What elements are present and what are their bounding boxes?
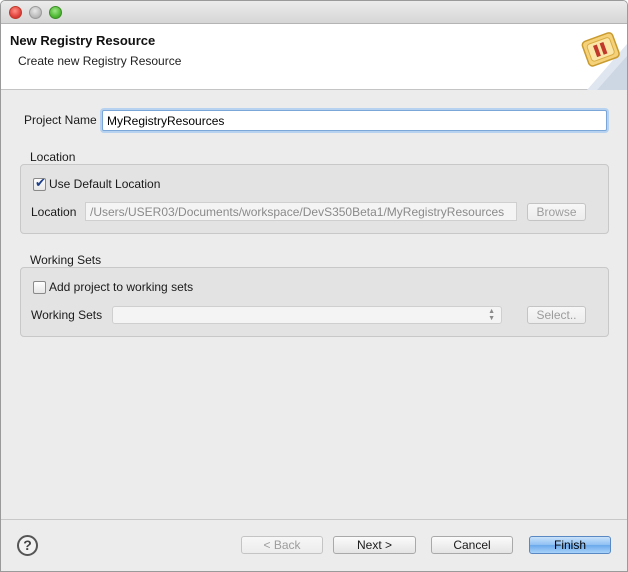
minimize-window-button[interactable]	[29, 6, 42, 19]
cancel-button[interactable]: Cancel	[431, 536, 513, 554]
project-name-input[interactable]	[102, 110, 607, 131]
working-sets-group: Add project to working sets Working Sets…	[20, 267, 609, 337]
finish-button[interactable]: Finish	[529, 536, 611, 554]
project-name-label: Project Name	[24, 113, 97, 127]
location-input[interactable]: /Users/USER03/Documents/workspace/DevS35…	[85, 202, 517, 221]
add-to-working-sets-label: Add project to working sets	[49, 280, 194, 294]
working-sets-label: Working Sets	[31, 308, 103, 322]
location-group-title: Location	[30, 150, 76, 164]
close-window-button[interactable]	[9, 6, 22, 19]
location-label: Location	[31, 205, 77, 219]
zoom-window-button[interactable]	[49, 6, 62, 19]
footer-separator	[1, 519, 627, 520]
wizard-banner: New Registry Resource Create new Registr…	[1, 24, 627, 90]
use-default-location-label: Use Default Location	[49, 177, 161, 191]
select-arrows-icon: ▲ ▼	[488, 308, 495, 322]
select-working-sets-button[interactable]: Select..	[527, 306, 586, 324]
wizard-title: New Registry Resource	[10, 33, 156, 48]
wizard-subtitle: Create new Registry Resource	[18, 54, 182, 68]
help-icon[interactable]: ?	[17, 535, 38, 556]
back-button[interactable]: < Back	[241, 536, 323, 554]
location-group: ✔ Use Default Location Location /Users/U…	[20, 164, 609, 234]
next-button[interactable]: Next >	[333, 536, 416, 554]
working-sets-group-title: Working Sets	[30, 253, 102, 267]
use-default-location-checkbox[interactable]: ✔	[33, 175, 46, 191]
working-sets-select[interactable]: ▲ ▼	[112, 306, 502, 324]
title-bar	[1, 1, 627, 24]
wizard-banner-icon	[581, 32, 627, 90]
browse-button[interactable]: Browse	[527, 203, 586, 221]
checkmark-icon: ✔	[35, 175, 46, 190]
add-to-working-sets-checkbox[interactable]	[33, 281, 46, 294]
new-registry-resource-dialog: New Registry Resource Create new Registr…	[0, 0, 628, 572]
